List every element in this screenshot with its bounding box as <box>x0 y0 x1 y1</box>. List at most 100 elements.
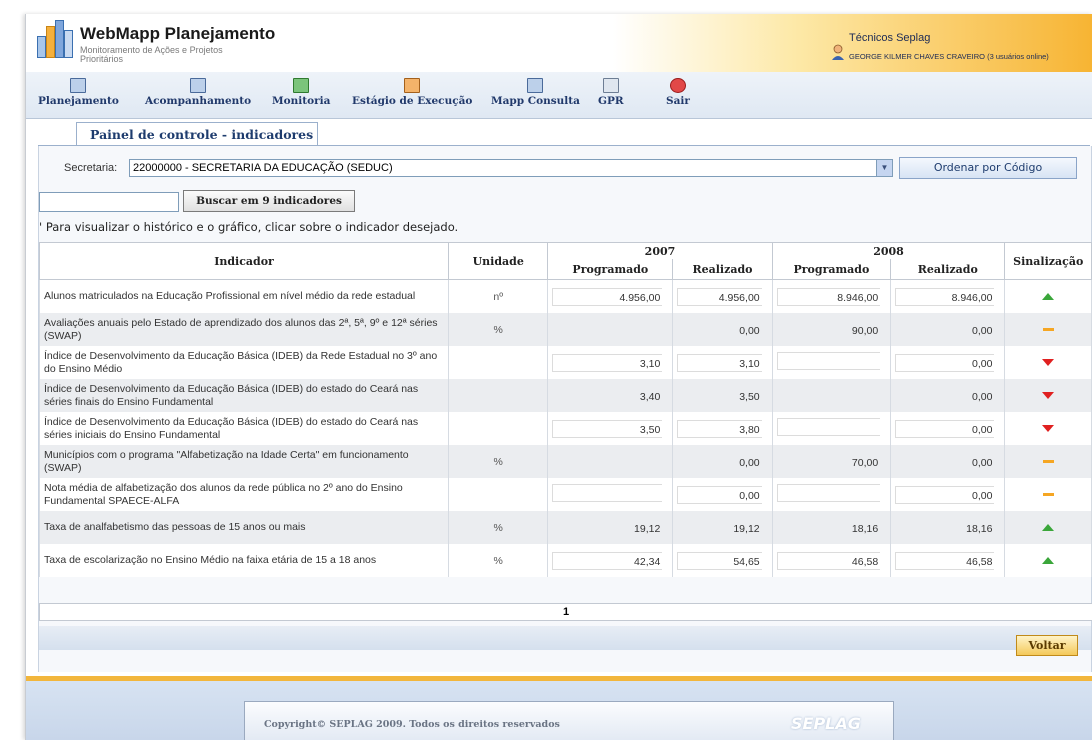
neutral-dash-icon <box>1042 460 1054 464</box>
arrow-down-icon <box>1042 358 1055 366</box>
tracking-icon <box>190 78 207 93</box>
indicator-name-cell: Taxa de escolarização no Ensino Médio na… <box>38 544 450 577</box>
value-text <box>552 484 663 502</box>
copyright-text: Copyright© SEPLAG 2009. Todos os direito… <box>264 719 560 730</box>
page-1-link[interactable]: 1 <box>563 606 569 618</box>
exit-icon <box>669 78 686 93</box>
value-text: 42,34 <box>552 551 663 570</box>
unit-cell <box>448 412 549 445</box>
value-text <box>776 484 881 502</box>
programado-2007-cell: 19,12 <box>547 511 674 544</box>
nav-item-gpr[interactable]: GPR <box>598 78 624 107</box>
table-row[interactable]: Avaliações anuais pelo Estado de aprendi… <box>38 313 1092 346</box>
value-text: 8.946,00 <box>895 287 995 306</box>
signal-cell <box>1004 313 1092 346</box>
value-text: 3,10 <box>677 353 762 372</box>
realizado-2008-cell: 18,16 <box>890 511 1006 544</box>
realizado-2007-cell: 0,00 <box>672 445 773 478</box>
value-text: 70,00 <box>851 456 879 469</box>
unit-cell: % <box>448 544 549 577</box>
realizado-2007-cell: 3,80 <box>672 412 773 445</box>
table-row[interactable]: Taxa de analfabetismo das pessoas de 15 … <box>38 511 1092 544</box>
seplag-logo: SEPLAG <box>791 714 861 733</box>
value-text: 3,50 <box>739 390 760 403</box>
gpr-icon <box>602 78 619 93</box>
value-text: 0,00 <box>739 456 760 469</box>
table-row[interactable]: Nota média de alfabetização dos alunos d… <box>38 478 1092 511</box>
value-text: 0,00 <box>895 419 995 438</box>
nav-item-sair[interactable]: Sair <box>666 78 690 107</box>
nav-item-estagio-execucao[interactable]: Estágio de Execução <box>352 78 472 107</box>
signal-cell <box>1004 478 1092 511</box>
value-text: 3,40 <box>639 390 661 403</box>
value-text: 0,00 <box>972 390 993 403</box>
indicators-table: Indicador Unidade 2007 2008 Sinalização … <box>38 242 1092 577</box>
programado-2007-cell <box>547 445 674 478</box>
value-text: 0,00 <box>895 485 995 504</box>
search-input[interactable] <box>39 192 179 212</box>
realizado-2007-cell: 0,00 <box>672 478 773 511</box>
table-row[interactable]: Alunos matriculados na Educação Profissi… <box>38 279 1092 313</box>
header-unidade: Unidade <box>448 242 549 280</box>
realizado-2008-cell: 8.946,00 <box>890 279 1006 313</box>
arrow-up-icon <box>1042 556 1055 564</box>
signal-cell <box>1004 379 1092 412</box>
header-realizado-2008: Realizado <box>890 259 1006 280</box>
unit-cell <box>448 478 549 511</box>
signal-cell <box>1004 544 1092 577</box>
realizado-2007-cell: 4.956,00 <box>672 279 773 313</box>
realizado-2008-cell: 0,00 <box>890 412 1006 445</box>
value-text: 3,50 <box>552 419 663 438</box>
programado-2007-cell <box>547 478 674 511</box>
value-text: 54,65 <box>677 551 762 570</box>
indicator-name-cell: Índice de Desenvolvimento da Educação Bá… <box>38 412 450 445</box>
table-row[interactable]: Índice de Desenvolvimento da Educação Bá… <box>38 346 1092 379</box>
realizado-2008-cell: 0,00 <box>890 478 1006 511</box>
header-sinalizacao: Sinalização <box>1004 242 1092 280</box>
programado-2008-cell <box>771 346 892 379</box>
table-row[interactable]: Índice de Desenvolvimento da Educação Bá… <box>38 379 1092 412</box>
header-programado-2007: Programado <box>547 259 674 280</box>
value-text: 4.956,00 <box>677 287 762 306</box>
table-row[interactable]: Índice de Desenvolvimento da Educação Bá… <box>38 412 1092 445</box>
realizado-2008-cell: 0,00 <box>890 346 1006 379</box>
search-button[interactable]: Buscar em 9 indicadores <box>183 190 355 212</box>
table-row[interactable]: Municípios com o programa "Alfabetização… <box>38 445 1092 478</box>
order-by-code-button[interactable]: Ordenar por Código <box>899 157 1077 179</box>
value-text: 18,16 <box>851 522 879 535</box>
value-text: 0,00 <box>677 485 762 504</box>
realizado-2007-cell: 3,50 <box>672 379 773 412</box>
programado-2008-cell <box>771 379 892 412</box>
signal-cell <box>1004 511 1092 544</box>
programado-2008-cell: 46,58 <box>771 544 892 577</box>
value-text <box>776 418 881 436</box>
nav-item-planejamento[interactable]: Planejamento <box>38 78 119 107</box>
app-window: WebMapp Planejamento Monitoramento de Aç… <box>25 14 1092 740</box>
nav-label: Estágio de Execução <box>352 95 473 107</box>
indicator-name-cell: Municípios com o programa "Alfabetização… <box>38 445 450 478</box>
realizado-2007-cell: 19,12 <box>672 511 773 544</box>
value-text: 90,00 <box>851 324 879 337</box>
indicator-name-cell: Taxa de analfabetismo das pessoas de 15 … <box>38 511 450 544</box>
signal-cell <box>1004 346 1092 379</box>
app-subtitle: Monitoramento de Ações e Projetos Priori… <box>80 45 223 64</box>
value-text: 4.956,00 <box>552 287 663 306</box>
user-icon <box>832 44 844 60</box>
nav-label: GPR <box>598 95 624 107</box>
realizado-2008-cell: 0,00 <box>890 379 1006 412</box>
nav-item-mapp-consulta[interactable]: Mapp Consulta <box>491 78 580 107</box>
nav-item-acompanhamento[interactable]: Acompanhamento <box>145 78 251 107</box>
tab-painel-controle[interactable]: Painel de controle - indicadores <box>76 122 318 146</box>
table-row[interactable]: Taxa de escolarização no Ensino Médio na… <box>38 544 1092 577</box>
nav-label: Sair <box>666 95 690 107</box>
indicator-name-cell: Nota média de alfabetização dos alunos d… <box>38 478 450 511</box>
nav-item-monitoria[interactable]: Monitoria <box>272 78 330 107</box>
programado-2007-cell: 4.956,00 <box>547 279 674 313</box>
nav-label: Acompanhamento <box>145 95 252 107</box>
app-logo-icon <box>37 20 73 58</box>
programado-2008-cell: 70,00 <box>771 445 892 478</box>
chevron-down-icon[interactable]: ▼ <box>876 160 892 176</box>
secretaria-label: Secretaria: <box>64 162 118 174</box>
secretaria-select[interactable]: 22000000 - SECRETARIA DA EDUCAÇÃO (SEDUC… <box>129 159 893 177</box>
back-button[interactable]: Voltar <box>1016 635 1078 656</box>
